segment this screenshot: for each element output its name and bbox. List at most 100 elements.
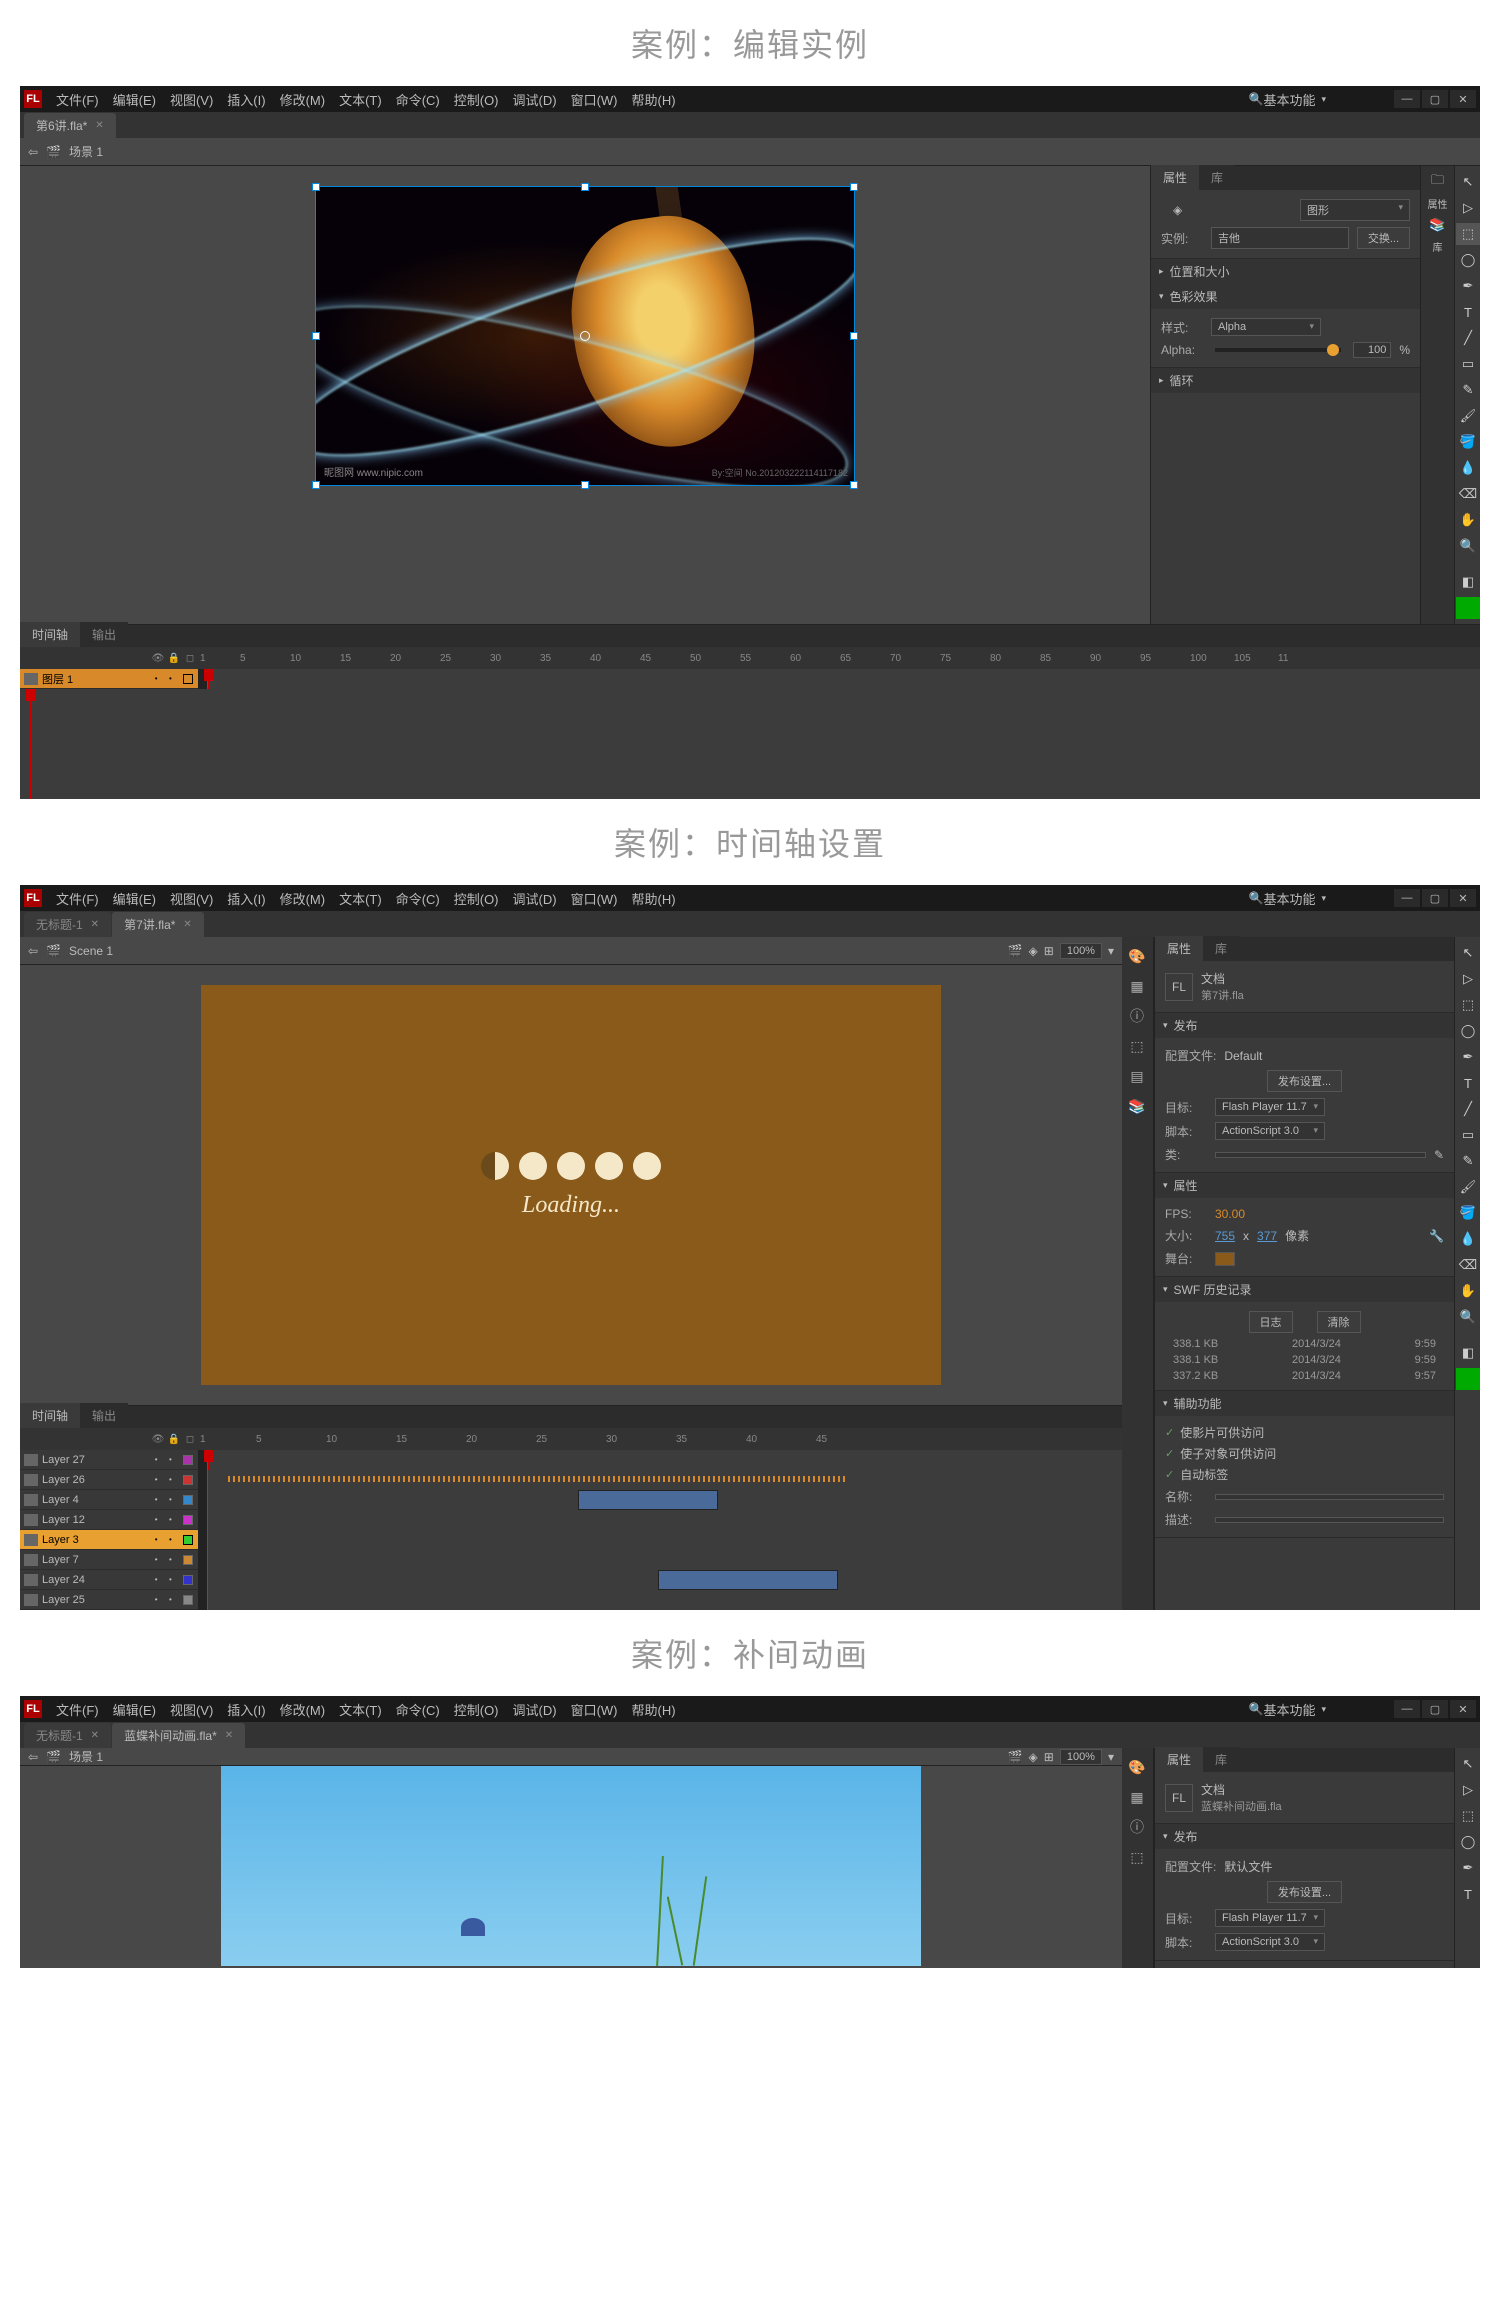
stage-area[interactable]: 昵图网 www.nipic.com By:空间 No.2012032221141… bbox=[20, 166, 1150, 624]
menu-control[interactable]: 控制(O) bbox=[448, 86, 505, 113]
alpha-slider[interactable] bbox=[1215, 348, 1341, 352]
menu-edit[interactable]: 编辑(E) bbox=[107, 885, 162, 912]
menu-view[interactable]: 视图(V) bbox=[164, 885, 219, 912]
menu-file[interactable]: 文件(F) bbox=[50, 86, 105, 113]
section-color-effect[interactable]: 色彩效果 bbox=[1151, 284, 1420, 309]
close-button[interactable]: ✕ bbox=[1450, 90, 1476, 108]
dock-library-icon[interactable]: 📚 bbox=[1124, 1093, 1150, 1119]
stage-canvas[interactable]: 昵图网 www.nipic.com By:空间 No.2012032221141… bbox=[315, 186, 855, 486]
pen-tool-icon[interactable]: ✒ bbox=[1456, 1857, 1480, 1879]
rectangle-tool-icon[interactable]: ▭ bbox=[1456, 353, 1480, 375]
text-tool-icon[interactable]: T bbox=[1456, 1072, 1480, 1094]
pencil-tool-icon[interactable]: ✎ bbox=[1456, 379, 1480, 401]
eraser-tool-icon[interactable]: ⌫ bbox=[1456, 483, 1480, 505]
side-properties-icon[interactable]: 🗀 bbox=[1426, 171, 1450, 193]
selection-tool-icon[interactable]: ↖ bbox=[1456, 942, 1480, 964]
stage-area[interactable] bbox=[20, 1766, 1122, 1968]
menu-debug[interactable]: 调试(D) bbox=[507, 86, 563, 113]
menu-text[interactable]: 文本(T) bbox=[333, 1696, 388, 1723]
menu-modify[interactable]: 修改(M) bbox=[274, 885, 332, 912]
publish-settings-button[interactable]: 发布设置... bbox=[1267, 1881, 1342, 1903]
zoom-dropdown-icon[interactable]: ▾ bbox=[1108, 1750, 1114, 1764]
acc-desc-input[interactable] bbox=[1215, 1517, 1444, 1523]
menu-window[interactable]: 窗口(W) bbox=[565, 1696, 624, 1723]
script-select[interactable]: ActionScript 3.0 bbox=[1215, 1933, 1325, 1951]
tab-close-icon[interactable]: ✕ bbox=[91, 1730, 99, 1741]
tab-library[interactable]: 库 bbox=[1203, 1747, 1239, 1772]
layer-track[interactable] bbox=[198, 1490, 1122, 1510]
menu-modify[interactable]: 修改(M) bbox=[274, 1696, 332, 1723]
bucket-tool-icon[interactable]: 🪣 bbox=[1456, 431, 1480, 453]
menu-commands[interactable]: 命令(C) bbox=[390, 1696, 446, 1723]
file-tab[interactable]: 第7讲.fla*✕ bbox=[112, 912, 204, 937]
free-transform-tool-icon[interactable]: ⬚ bbox=[1456, 223, 1480, 245]
zoom-fit-icon[interactable]: ⊞ bbox=[1044, 944, 1054, 958]
menu-edit[interactable]: 编辑(E) bbox=[107, 1696, 162, 1723]
resize-handle[interactable] bbox=[581, 481, 589, 489]
text-tool-icon[interactable]: T bbox=[1456, 301, 1480, 323]
search-icon[interactable]: 🔍 bbox=[1249, 891, 1264, 905]
lasso-tool-icon[interactable]: ◯ bbox=[1456, 1020, 1480, 1042]
accessibility-checkbox[interactable]: 使子对象可供访问 bbox=[1165, 1443, 1444, 1464]
fps-value[interactable]: 30.00 bbox=[1215, 1207, 1245, 1221]
layer-row[interactable]: Layer 26•• bbox=[20, 1470, 1122, 1490]
side-library-icon[interactable]: 📚 bbox=[1426, 214, 1450, 236]
stroke-color-icon[interactable]: ◧ bbox=[1456, 571, 1480, 593]
minimize-button[interactable]: — bbox=[1394, 889, 1420, 907]
menu-commands[interactable]: 命令(C) bbox=[390, 86, 446, 113]
layer-track[interactable] bbox=[198, 1590, 1122, 1610]
eyedropper-tool-icon[interactable]: 💧 bbox=[1456, 1228, 1480, 1250]
menu-text[interactable]: 文本(T) bbox=[333, 885, 388, 912]
subselection-tool-icon[interactable]: ▷ bbox=[1456, 197, 1480, 219]
menu-file[interactable]: 文件(F) bbox=[50, 1696, 105, 1723]
resize-handle[interactable] bbox=[581, 183, 589, 191]
free-transform-tool-icon[interactable]: ⬚ bbox=[1456, 1805, 1480, 1827]
clear-button[interactable]: 清除 bbox=[1317, 1311, 1361, 1333]
section-properties[interactable]: 属性 bbox=[1155, 1173, 1454, 1198]
file-tab[interactable]: 无标题-1✕ bbox=[24, 912, 111, 937]
section-position[interactable]: 位置和大小 bbox=[1151, 259, 1420, 284]
alpha-value[interactable]: 100 bbox=[1353, 342, 1391, 358]
target-select[interactable]: Flash Player 11.7 bbox=[1215, 1909, 1325, 1927]
dock-color-icon[interactable]: 🎨 bbox=[1124, 1754, 1150, 1780]
dock-transform-icon[interactable]: ⬚ bbox=[1124, 1844, 1150, 1870]
layer-track[interactable] bbox=[198, 1450, 1122, 1470]
menu-insert[interactable]: 插入(I) bbox=[221, 86, 271, 113]
menu-debug[interactable]: 调试(D) bbox=[507, 885, 563, 912]
fill-color-icon[interactable] bbox=[1456, 597, 1480, 619]
lock-header-icon[interactable]: 🔒 bbox=[166, 1434, 182, 1445]
resize-handle[interactable] bbox=[850, 481, 858, 489]
accessibility-checkbox[interactable]: 自动标签 bbox=[1165, 1464, 1444, 1485]
menu-insert[interactable]: 插入(I) bbox=[221, 885, 271, 912]
menu-help[interactable]: 帮助(H) bbox=[626, 885, 682, 912]
dock-align-icon[interactable]: ▦ bbox=[1124, 973, 1150, 999]
instance-name-input[interactable]: 吉他 bbox=[1211, 227, 1349, 249]
hand-tool-icon[interactable]: ✋ bbox=[1456, 509, 1480, 531]
stage-area[interactable]: Loading... bbox=[20, 965, 1122, 1405]
instance-type-select[interactable]: 图形 bbox=[1300, 199, 1410, 221]
stage-color-swatch[interactable] bbox=[1215, 1252, 1235, 1266]
selection-tool-icon[interactable]: ↖ bbox=[1456, 171, 1480, 193]
stroke-color-icon[interactable]: ◧ bbox=[1456, 1342, 1480, 1364]
brush-tool-icon[interactable]: 🖌 bbox=[1456, 1176, 1480, 1198]
layer-row[interactable]: Layer 25•• bbox=[20, 1590, 1122, 1610]
back-icon[interactable]: ⇦ bbox=[28, 145, 38, 159]
resize-handle[interactable] bbox=[312, 481, 320, 489]
zoom-fit-icon[interactable]: ⊞ bbox=[1044, 1750, 1054, 1764]
tab-close-icon[interactable]: ✕ bbox=[95, 120, 103, 131]
layer-track[interactable] bbox=[198, 669, 1480, 689]
dock-align-icon[interactable]: ▦ bbox=[1124, 1784, 1150, 1810]
file-tab[interactable]: 第6讲.fla*✕ bbox=[24, 113, 116, 138]
dock-swatches-icon[interactable]: ▤ bbox=[1124, 1063, 1150, 1089]
outline-header-icon[interactable]: ◻ bbox=[182, 653, 198, 664]
back-icon[interactable]: ⇦ bbox=[28, 944, 38, 958]
visibility-header-icon[interactable]: 👁 bbox=[150, 1434, 166, 1445]
accessibility-checkbox[interactable]: 使影片可供访问 bbox=[1165, 1422, 1444, 1443]
height-value[interactable]: 377 bbox=[1257, 1229, 1277, 1243]
resize-handle[interactable] bbox=[850, 332, 858, 340]
dock-info-icon[interactable]: ⓘ bbox=[1124, 1814, 1150, 1840]
stage-canvas[interactable] bbox=[221, 1766, 921, 1966]
line-tool-icon[interactable]: ╱ bbox=[1456, 1098, 1480, 1120]
close-button[interactable]: ✕ bbox=[1450, 889, 1476, 907]
visibility-header-icon[interactable]: 👁 bbox=[150, 653, 166, 664]
